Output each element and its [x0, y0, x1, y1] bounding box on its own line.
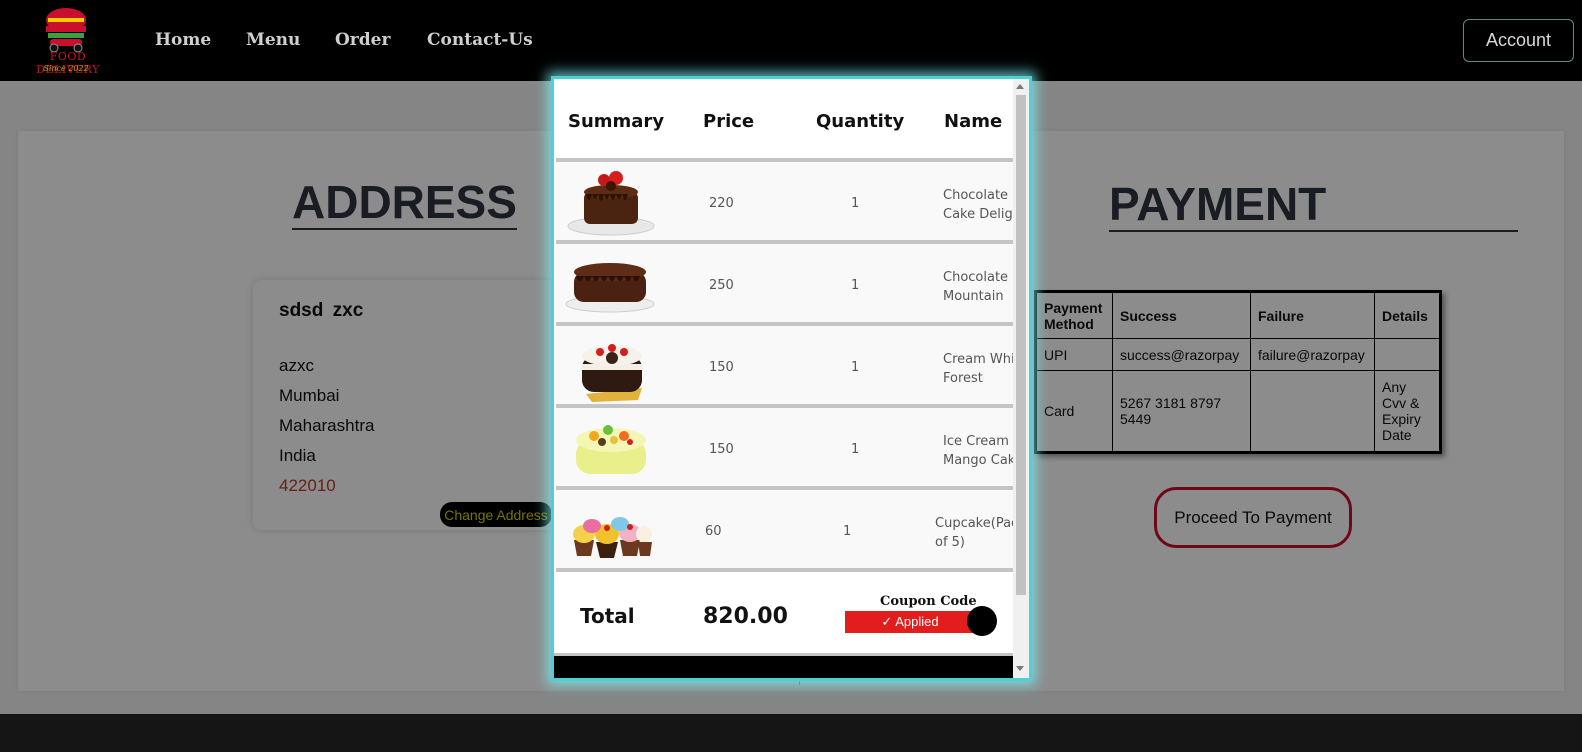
item-name-line: Cream Whit — [943, 352, 1020, 367]
navbar: FOOD DELIVERY Since 2022 Home Menu Order… — [0, 0, 1582, 81]
nav-contact-link[interactable]: Contact-Us — [427, 30, 533, 50]
mango-cake-image — [576, 425, 646, 474]
item-name-line: Chocolate — [943, 270, 1009, 285]
scroll-up-icon[interactable] — [1016, 84, 1024, 89]
item-price: 220 — [709, 196, 734, 211]
modal-footer-bar — [554, 656, 1013, 678]
item-name: Ice Cream Mango Cak — [943, 432, 1015, 470]
list-item: 250 1 Chocolate Mountain — [556, 244, 1013, 322]
white-forest-cake-image — [582, 344, 642, 402]
footer — [0, 714, 1582, 752]
item-name-line: Ice Cream — [943, 434, 1009, 449]
nav-home-link[interactable]: Home — [155, 30, 211, 50]
item-price: 250 — [709, 278, 734, 293]
item-name-line: Cupcake(Pac — [935, 516, 1019, 531]
header-quantity: Quantity — [816, 111, 905, 132]
item-name: Chocolate Mountain — [943, 268, 1008, 306]
nav-menu-link[interactable]: Menu — [246, 30, 300, 50]
modal-scrollbar[interactable] — [1013, 79, 1029, 678]
order-summary-modal: Summary Price Quantity Name 220 1 Chocol… — [551, 76, 1032, 681]
list-item: 150 1 Cream Whit Forest — [556, 326, 1020, 404]
scroll-down-icon[interactable] — [1016, 666, 1024, 671]
food-delivery-logo[interactable]: FOOD DELIVERY Since 2022 — [18, 4, 114, 76]
coupon-toggle-button[interactable] — [967, 606, 997, 636]
item-quantity: 1 — [851, 278, 860, 293]
coupon-applied-badge[interactable]: ✓ Applied — [845, 611, 975, 633]
item-price: 150 — [709, 442, 734, 457]
item-price: 150 — [709, 360, 734, 375]
item-name-line: Mango Cak — [943, 453, 1016, 468]
header-name: Name — [944, 111, 1003, 132]
chocolate-mountain-cake-image — [565, 263, 655, 313]
list-item: 60 1 Cupcake(Pac of 5) — [556, 490, 1018, 568]
item-quantity: 1 — [851, 442, 860, 457]
list-item: 220 1 Chocolate Cake Deligh — [556, 162, 1021, 240]
item-name: Cream Whit Forest — [943, 350, 1020, 388]
total-value: 820.00 — [703, 604, 788, 629]
divider — [556, 568, 1013, 572]
item-name-line: Chocolate — [943, 188, 1009, 203]
item-price: 60 — [705, 524, 722, 539]
item-quantity: 1 — [843, 524, 852, 539]
scrollbar-thumb[interactable] — [1016, 95, 1026, 595]
account-button[interactable]: Account — [1463, 19, 1574, 62]
item-quantity: 1 — [851, 360, 860, 375]
header-summary: Summary — [568, 111, 665, 132]
item-name-line: of 5) — [935, 535, 966, 550]
logo-since-text: Since 2022 — [43, 64, 89, 73]
list-item: 150 1 Ice Cream Mango Cak — [556, 408, 1015, 486]
nav-order-link[interactable]: Order — [335, 30, 390, 50]
header-price: Price — [703, 111, 755, 132]
item-name-line: Forest — [943, 371, 983, 386]
total-label: Total — [580, 604, 635, 628]
item-quantity: 1 — [851, 196, 860, 211]
coupon-code-label: Coupon Code — [880, 594, 977, 609]
item-name-line: Mountain — [943, 289, 1004, 304]
item-name: Cupcake(Pac of 5) — [935, 514, 1018, 552]
item-name: Chocolate Cake Deligh — [943, 186, 1021, 224]
cupcakes-image — [573, 517, 652, 558]
item-name-line: Cake Deligh — [943, 207, 1021, 222]
chocolate-drip-cake-image — [567, 171, 655, 236]
modal-content: Summary Price Quantity Name 220 1 Chocol… — [554, 79, 1021, 678]
